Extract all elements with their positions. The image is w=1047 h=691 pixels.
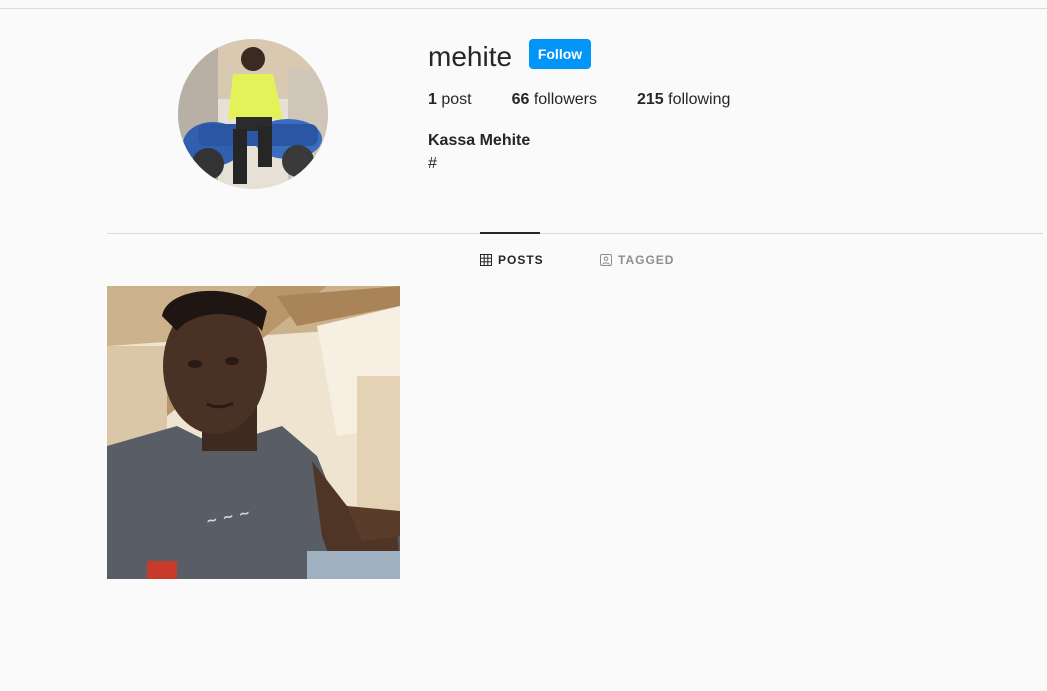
posts-stat-label: post [436, 91, 472, 108]
post-photo: ~ ~ ~ [107, 286, 400, 579]
following-stat[interactable]: 215 following [637, 90, 730, 110]
posts-stat: 1 post [428, 90, 472, 110]
avatar-photo [178, 39, 328, 189]
follow-button[interactable]: Follow [529, 39, 591, 69]
tagged-person-icon [600, 254, 612, 266]
posts-count: 1 [428, 91, 437, 108]
tabs-divider [107, 233, 1043, 234]
followers-stat-label: followers [529, 91, 597, 108]
following-count: 215 [636, 91, 664, 108]
top-divider [0, 8, 1047, 9]
profile-bio: # [428, 155, 437, 172]
tab-tagged-label: TAGGED [618, 253, 675, 267]
grid-icon [480, 254, 492, 266]
followers-count: 66 [511, 91, 530, 108]
active-tab-indicator [480, 232, 540, 234]
tab-posts[interactable]: POSTS [480, 253, 544, 267]
profile-page: mehite Follow 1 post 66 followers 215 fo… [0, 0, 1047, 691]
followers-stat[interactable]: 66 followers [512, 90, 597, 110]
post-thumbnail[interactable]: ~ ~ ~ [107, 286, 400, 579]
profile-full-name: Kassa Mehite [428, 132, 531, 149]
profile-stats: 1 post 66 followers 215 following [428, 90, 770, 110]
profile-avatar[interactable] [178, 39, 328, 189]
profile-username: mehite [428, 41, 513, 72]
tab-posts-label: POSTS [498, 253, 544, 267]
following-stat-label: following [663, 91, 731, 108]
tab-tagged[interactable]: TAGGED [600, 253, 674, 267]
